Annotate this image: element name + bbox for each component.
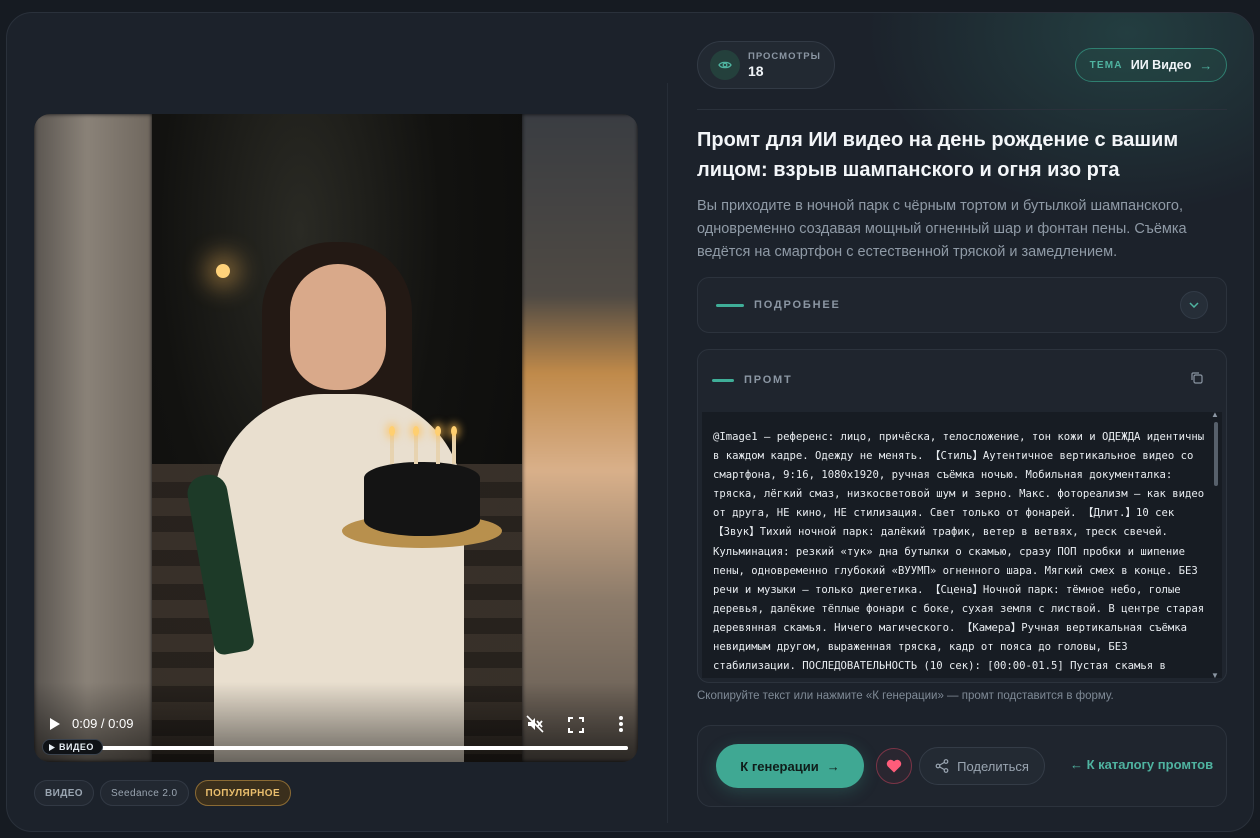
prompt-scrollbar[interactable]: ▲ ▼ [1210,412,1220,678]
theme-link[interactable]: ТЕМА ИИ Видео → [1075,48,1227,82]
candle [452,434,456,464]
copy-icon[interactable] [1190,371,1208,389]
theme-label: ТЕМА [1089,59,1123,71]
generate-label: К генерации [740,758,819,774]
play-icon[interactable] [46,716,62,732]
video-progress[interactable] [96,746,628,750]
scroll-thumb[interactable] [1214,422,1218,486]
woman-face [290,264,386,390]
video-player[interactable]: 0:09 / 0:09 ВИДЕО [34,114,638,762]
prompt-header: ПРОМТ [698,350,1226,410]
video-progress-fill [96,746,628,750]
column-divider [667,83,668,823]
copy-hint: Скопируйте текст или нажмите «К генераци… [697,690,1114,702]
arrow-right-icon: → [1199,57,1213,73]
more-options-icon[interactable] [618,715,624,733]
candle [436,434,440,464]
play-small-icon [49,743,55,751]
black-cake [364,462,480,536]
details-accordion[interactable]: ПОДРОБНЕЕ [697,277,1227,333]
candle [390,434,394,464]
theme-value: ИИ Видео [1130,58,1192,72]
heart-icon [886,759,902,773]
share-label: Поделиться [957,758,1029,774]
chip-video[interactable]: ВИДЕО [34,780,94,806]
candle [414,434,418,464]
fullscreen-icon[interactable] [568,717,584,733]
views-count: 18 [748,63,764,79]
header-divider [697,109,1227,110]
video-badge: ВИДЕО [42,739,103,755]
chip-model[interactable]: Seedance 2.0 [99,780,189,806]
video-badge-label: ВИДЕО [59,742,94,752]
views-label: ПРОСМОТРЫ [748,51,821,62]
mute-icon[interactable] [526,715,544,733]
generate-button[interactable]: К генерации → [716,744,864,788]
share-button[interactable]: Поделиться [919,747,1045,785]
prompt-box: ПРОМТ @Image1 — референс: лицо, причёска… [697,349,1227,683]
details-label: ПОДРОБНЕЕ [754,299,841,311]
candle-flame [451,426,457,436]
prompt-textarea[interactable]: @Image1 — референс: лицо, причёска, тело… [702,412,1222,678]
street-lamp [216,264,230,278]
share-icon [935,759,949,773]
tag-chips: ВИДЕО Seedance 2.0 ПОПУЛЯРНОЕ [34,780,292,806]
chip-popular[interactable]: ПОПУЛЯРНОЕ [194,780,292,806]
prompt-text: @Image1 — референс: лицо, причёска, тело… [713,431,1205,673]
chevron-down-icon[interactable] [1180,291,1208,319]
video-time: 0:09 / 0:09 [72,716,134,731]
video-blur-right [522,114,638,762]
prompt-label: ПРОМТ [744,374,793,386]
video-frame [152,114,522,762]
page-subtitle: Вы приходите в ночной парк с чёрным торт… [697,198,1187,260]
arrow-right-icon: → [826,758,840,774]
like-button[interactable] [876,748,912,784]
page-title: Промт для ИИ видео на день рождение с ва… [697,129,1179,181]
eye-icon [710,50,740,80]
scroll-down-icon[interactable]: ▼ [1210,671,1220,678]
candle-flame [413,426,419,436]
scroll-up-icon[interactable]: ▲ [1210,412,1220,419]
video-blur-left [34,114,152,762]
candle-flame [389,426,395,436]
candle-flame [435,426,441,436]
actions-bar: К генерации → Поделиться ← К каталогу пр… [697,725,1227,807]
catalog-link[interactable]: ← К каталогу промтов [1070,757,1213,772]
section-accent-line [712,378,734,382]
section-accent-line [716,303,744,307]
prompt-card: 0:09 / 0:09 ВИДЕО ВИДЕО Seedance 2.0 ПОП… [6,12,1254,832]
views-counter: ПРОСМОТРЫ 18 [697,41,835,89]
